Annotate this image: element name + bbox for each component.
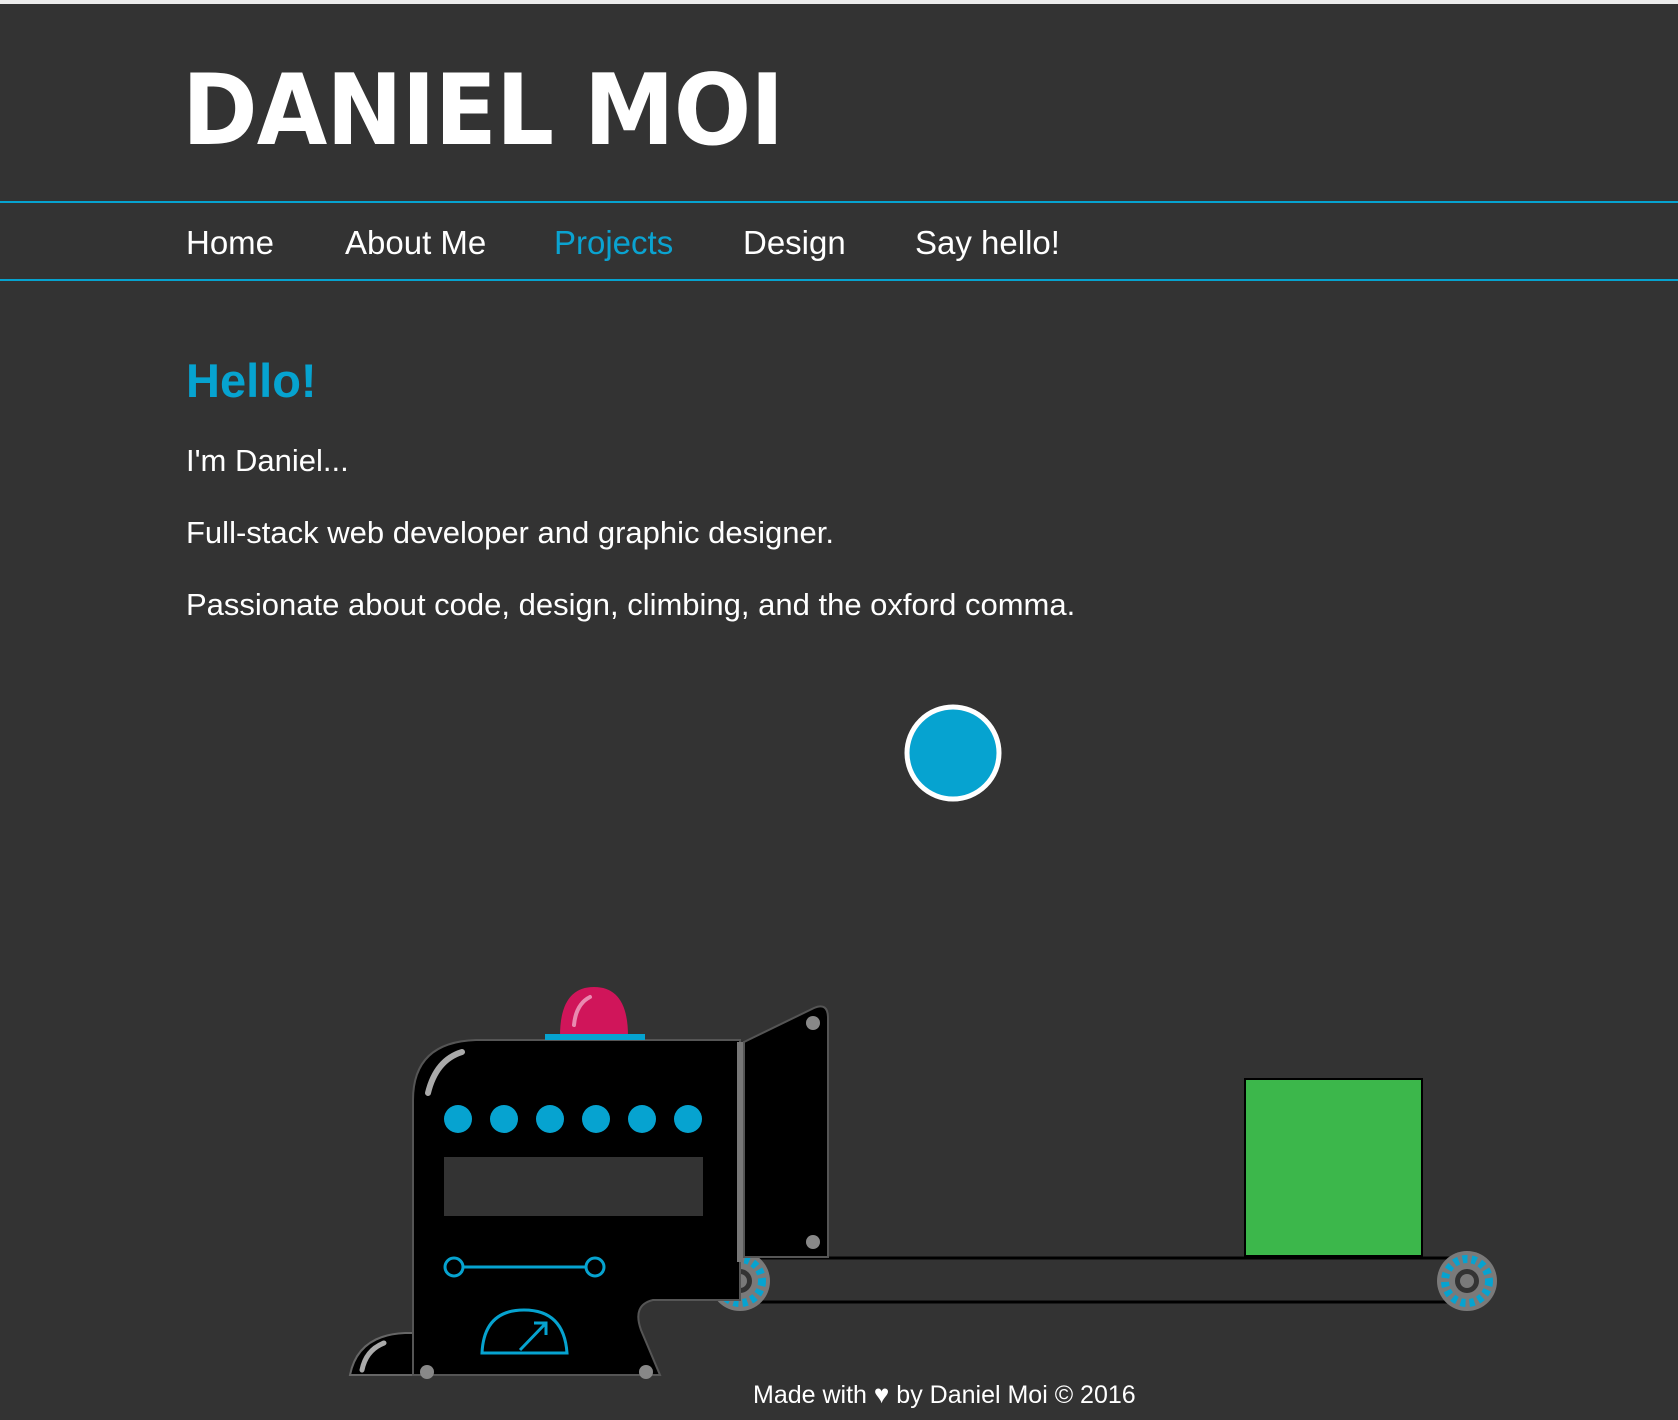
roller-right-icon xyxy=(1437,1251,1497,1311)
conveyor-belt xyxy=(710,1251,1497,1311)
heart-icon: ♥ xyxy=(873,1379,890,1409)
machine-screen xyxy=(444,1157,703,1216)
footer-prefix: Made with xyxy=(753,1381,867,1409)
footer: Made with ♥ by Daniel Moi © 2016 xyxy=(753,1378,1136,1411)
ball-icon xyxy=(904,704,1002,802)
footer-suffix: by Daniel Moi © 2016 xyxy=(896,1381,1136,1409)
alarm-light-icon xyxy=(545,987,645,1040)
green-box xyxy=(1244,1078,1423,1257)
machine-illustration xyxy=(348,704,1497,1379)
machine-body xyxy=(348,987,829,1379)
